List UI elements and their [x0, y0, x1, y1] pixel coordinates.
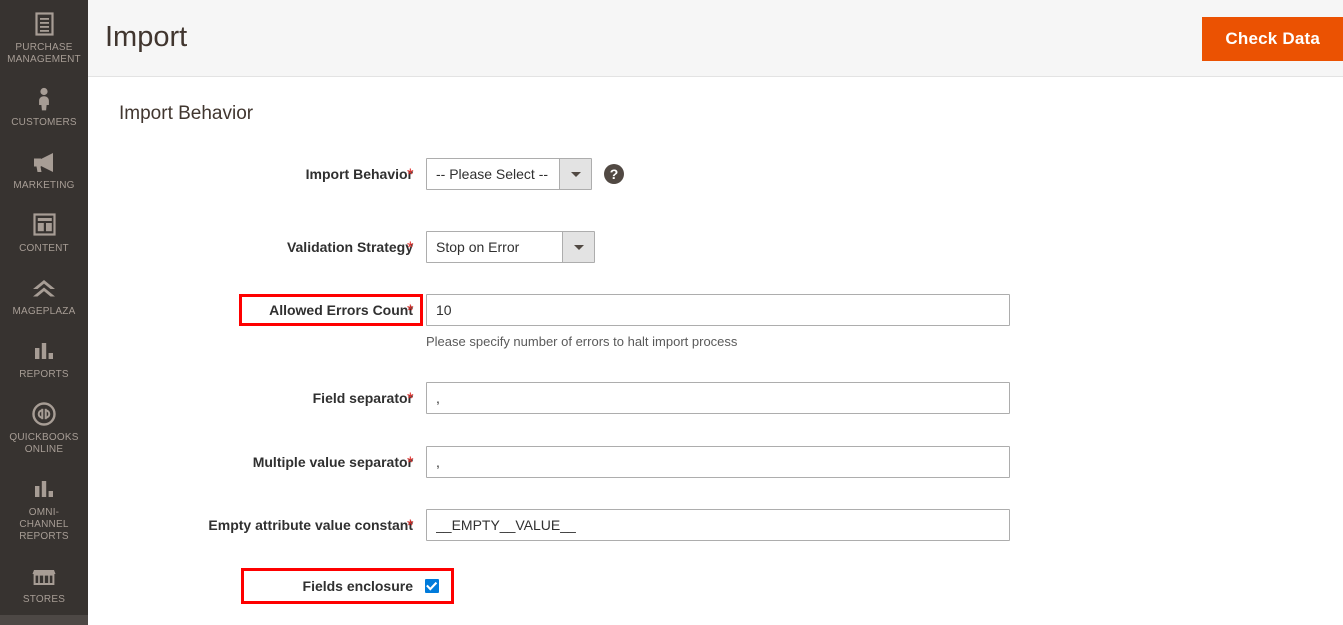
section-title-import-behavior: Import Behavior — [119, 103, 254, 124]
empty-attribute-value-constant-input[interactable] — [426, 509, 1010, 541]
sidebar-item-marketing[interactable]: Marketing — [0, 138, 88, 201]
megaphone-icon — [2, 149, 86, 175]
required-marker: * — [407, 165, 414, 184]
check-data-button[interactable]: Check Data — [1202, 17, 1343, 61]
admin-import-page: Purchase Management Customers Marketing — [0, 0, 1343, 625]
validation-strategy-select[interactable]: Stop on Error — [426, 231, 595, 263]
validation-strategy-selected-value: Stop on Error — [436, 239, 520, 255]
storefront-icon — [2, 563, 86, 589]
form-row-fields-enclosure: Fields enclosure — [88, 568, 1343, 604]
required-marker: * — [407, 301, 414, 320]
sidebar-item-purchase-management[interactable]: Purchase Management — [0, 0, 88, 75]
bar-chart-icon — [2, 338, 86, 364]
sidebar-label-reports: Reports — [19, 369, 69, 380]
import-behavior-form: Import Behavior Import Behavior * -- Ple… — [88, 77, 1343, 625]
chevron-down-icon[interactable] — [562, 232, 594, 262]
required-marker: * — [407, 389, 414, 408]
import-behavior-select[interactable]: -- Please Select -- — [426, 158, 592, 190]
field-separator-input[interactable] — [426, 382, 1010, 414]
sidebar-label-quickbooks-online: Quickbooks Online — [9, 432, 79, 455]
document-list-icon — [2, 11, 86, 37]
required-marker: * — [407, 238, 414, 257]
allowed-errors-count-input[interactable] — [426, 294, 1010, 326]
sidebar-item-mageplaza[interactable]: Mageplaza — [0, 264, 88, 327]
form-row-multiple-value-separator: Multiple value separator * — [88, 446, 1343, 478]
person-icon — [2, 86, 86, 112]
required-marker: * — [407, 516, 414, 535]
sidebar-item-stores[interactable]: Stores — [0, 552, 88, 615]
form-row-validation-strategy: Validation Strategy * Stop on Error — [88, 231, 1343, 263]
page-header: Import Check Data — [88, 0, 1343, 77]
chevron-stack-icon — [2, 275, 86, 301]
sidebar-item-reports[interactable]: Reports — [0, 327, 88, 390]
sidebar-label-marketing: Marketing — [13, 180, 75, 191]
note-allowed-errors-count: Please specify number of errors to halt … — [426, 334, 738, 349]
sidebar-item-quickbooks-online[interactable]: Quickbooks Online — [0, 390, 88, 465]
bar-chart-icon — [2, 476, 86, 502]
multiple-value-separator-input[interactable] — [426, 446, 1010, 478]
fields-enclosure-checkbox[interactable] — [425, 579, 439, 593]
label-fields-enclosure: Fields enclosure — [302, 578, 413, 594]
required-marker: * — [407, 453, 414, 472]
sidebar-label-purchase-management: Purchase Management — [7, 42, 81, 65]
sidebar-label-content: Content — [19, 243, 69, 254]
layout-page-icon — [2, 212, 86, 238]
label-field-separator: Field separator — [312, 390, 413, 406]
form-row-allowed-errors-count: Allowed Errors Count * Please specify nu… — [88, 294, 1343, 349]
sidebar-item-content[interactable]: Content — [0, 201, 88, 264]
admin-sidebar: Purchase Management Customers Marketing — [0, 0, 88, 625]
page-title: Import — [105, 21, 188, 53]
import-behavior-selected-value: -- Please Select -- — [436, 166, 549, 182]
form-row-field-separator: Field separator * — [88, 382, 1343, 414]
help-icon[interactable]: ? — [604, 164, 624, 184]
label-import-behavior: Import Behavior — [305, 166, 413, 182]
label-empty-attribute-value-constant: Empty attribute value constant — [208, 517, 413, 533]
chevron-down-icon[interactable] — [559, 159, 591, 189]
sidebar-label-customers: Customers — [11, 117, 77, 128]
sidebar-item-omni-channel-reports[interactable]: Omni-Channel Reports — [0, 465, 88, 552]
form-row-empty-attribute-value-constant: Empty attribute value constant * — [88, 509, 1343, 541]
label-validation-strategy: Validation Strategy — [286, 239, 413, 255]
quickbooks-circle-icon — [2, 401, 86, 427]
form-row-import-behavior: Import Behavior * -- Please Select -- ? — [88, 158, 1343, 190]
label-multiple-value-separator: Multiple value separator — [252, 454, 413, 470]
label-allowed-errors-count: Allowed Errors Count — [269, 302, 413, 318]
check-icon — [426, 581, 438, 591]
sidebar-item-customers[interactable]: Customers — [0, 75, 88, 138]
sidebar-label-omni-channel-reports: Omni-Channel Reports — [19, 507, 69, 542]
sidebar-label-mageplaza: Mageplaza — [12, 306, 76, 317]
sidebar-item-system[interactable]: System — [0, 615, 88, 625]
sidebar-label-stores: Stores — [22, 594, 66, 605]
